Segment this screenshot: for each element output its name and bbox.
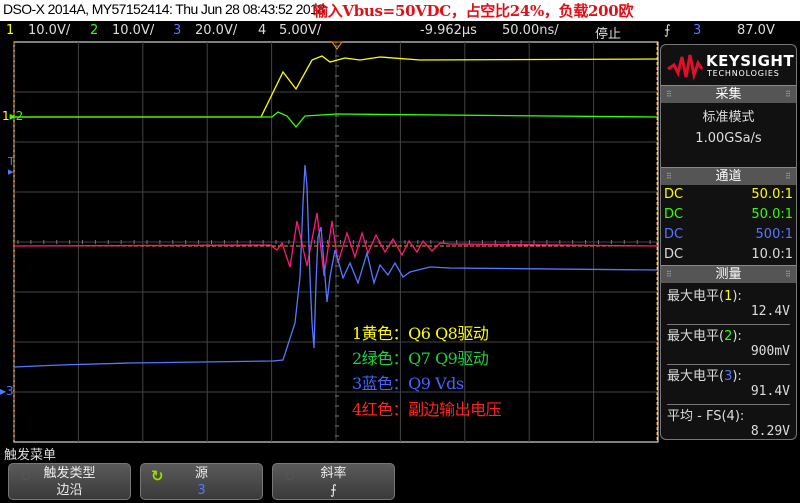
- legend-ch4: 4红色：副边输出电压: [352, 400, 502, 419]
- measurement-4: 平均 - FS(4): 8.29V: [667, 409, 790, 439]
- annotation-text: 输入Vbus=50VDC，占空比24%，负载200欧: [313, 2, 634, 20]
- measurements: 最大电平(1): 12.4V 最大电平(2): 900mV 最大电平(3): 91.4…: [661, 283, 796, 447]
- source-button[interactable]: ↻ 源 3: [140, 463, 263, 500]
- trigger-source[interactable]: 3: [693, 23, 701, 38]
- instrument-title: DSO-X 2014A, MY57152414: Thu Jun 28 08:4…: [3, 1, 325, 17]
- ch4-scale[interactable]: 5.00V/: [279, 23, 321, 38]
- trigger-type-button[interactable]: ↻ 触发类型 边沿: [8, 463, 131, 500]
- time-delay[interactable]: -9.962µs: [420, 23, 477, 38]
- ch4-number[interactable]: 4: [258, 23, 266, 38]
- rotate-knob-icon: ↻: [151, 467, 164, 485]
- rising-edge-icon: ⨍: [664, 23, 671, 38]
- trigger-marker[interactable]: T ▸: [8, 156, 15, 177]
- acquisition-info: 标准模式 1.00GSa/s: [695, 110, 762, 146]
- probe-ch4: DC 10.0:1: [664, 247, 793, 262]
- probe-ch3: DC 500:1: [664, 227, 793, 242]
- marker-ch1-2[interactable]: 1▸2: [2, 109, 23, 123]
- ch3-scale[interactable]: 20.0V/: [195, 23, 237, 38]
- slope-button[interactable]: ↻ 斜率 ⨍: [272, 463, 395, 500]
- ch2-number[interactable]: 2: [90, 23, 98, 38]
- ch1-number[interactable]: 1: [6, 23, 14, 38]
- time-scale[interactable]: 50.00ns/: [502, 23, 559, 38]
- marker-ch4[interactable]: ▸4: [0, 319, 14, 333]
- channels-header[interactable]: 通道: [661, 167, 796, 186]
- probe-ch1: DC 50.0:1: [664, 187, 793, 202]
- trigger-level[interactable]: 87.0V: [737, 23, 775, 38]
- measurement-1: 最大电平(1): 12.4V: [667, 285, 790, 325]
- probe-ch2: DC 50.0:1: [664, 207, 793, 222]
- rotate-knob-icon: ↻: [283, 467, 296, 485]
- measurement-3: 最大电平(3): 91.4V: [667, 365, 790, 405]
- keysight-wave-icon: [667, 54, 704, 81]
- channel-probes: DC 50.0:1 DC 50.0:1 DC 500:1 DC 10.0:1: [661, 185, 796, 265]
- measurements-header[interactable]: 测量: [661, 265, 796, 284]
- legend-ch1: 1黄色：Q6 Q8驱动: [352, 324, 489, 343]
- rotate-knob-icon: ↻: [19, 467, 32, 485]
- marker-ch3[interactable]: ▸3: [0, 384, 14, 398]
- waveform-display[interactable]: [0, 40, 660, 445]
- keysight-logo: KEYSIGHT TECHNOLOGIES: [661, 45, 796, 85]
- ch2-scale[interactable]: 10.0V/: [112, 23, 154, 38]
- ch1-scale[interactable]: 10.0V/: [28, 23, 70, 38]
- measurement-2: 最大电平(2): 900mV: [667, 325, 790, 365]
- legend-ch3: 3蓝色：Q9 Vds: [352, 374, 464, 393]
- side-panel: KEYSIGHTTECHNOLOGIES 采集 标准模式1.00GSa/s 通道…: [660, 44, 797, 440]
- title-bar: DSO-X 2014A, MY57152414: Thu Jun 28 08:4…: [0, 0, 800, 21]
- acquisition-header[interactable]: 采集: [661, 85, 796, 104]
- ch3-number[interactable]: 3: [173, 23, 181, 38]
- menu-title: 触发菜单: [4, 448, 57, 463]
- channel-status-bar: 1 10.0V/ 2 10.0V/ 3 20.0V/ 4 5.00V/ -9.9…: [0, 21, 800, 42]
- legend-ch2: 2绿色：Q7 Q9驱动: [352, 349, 489, 368]
